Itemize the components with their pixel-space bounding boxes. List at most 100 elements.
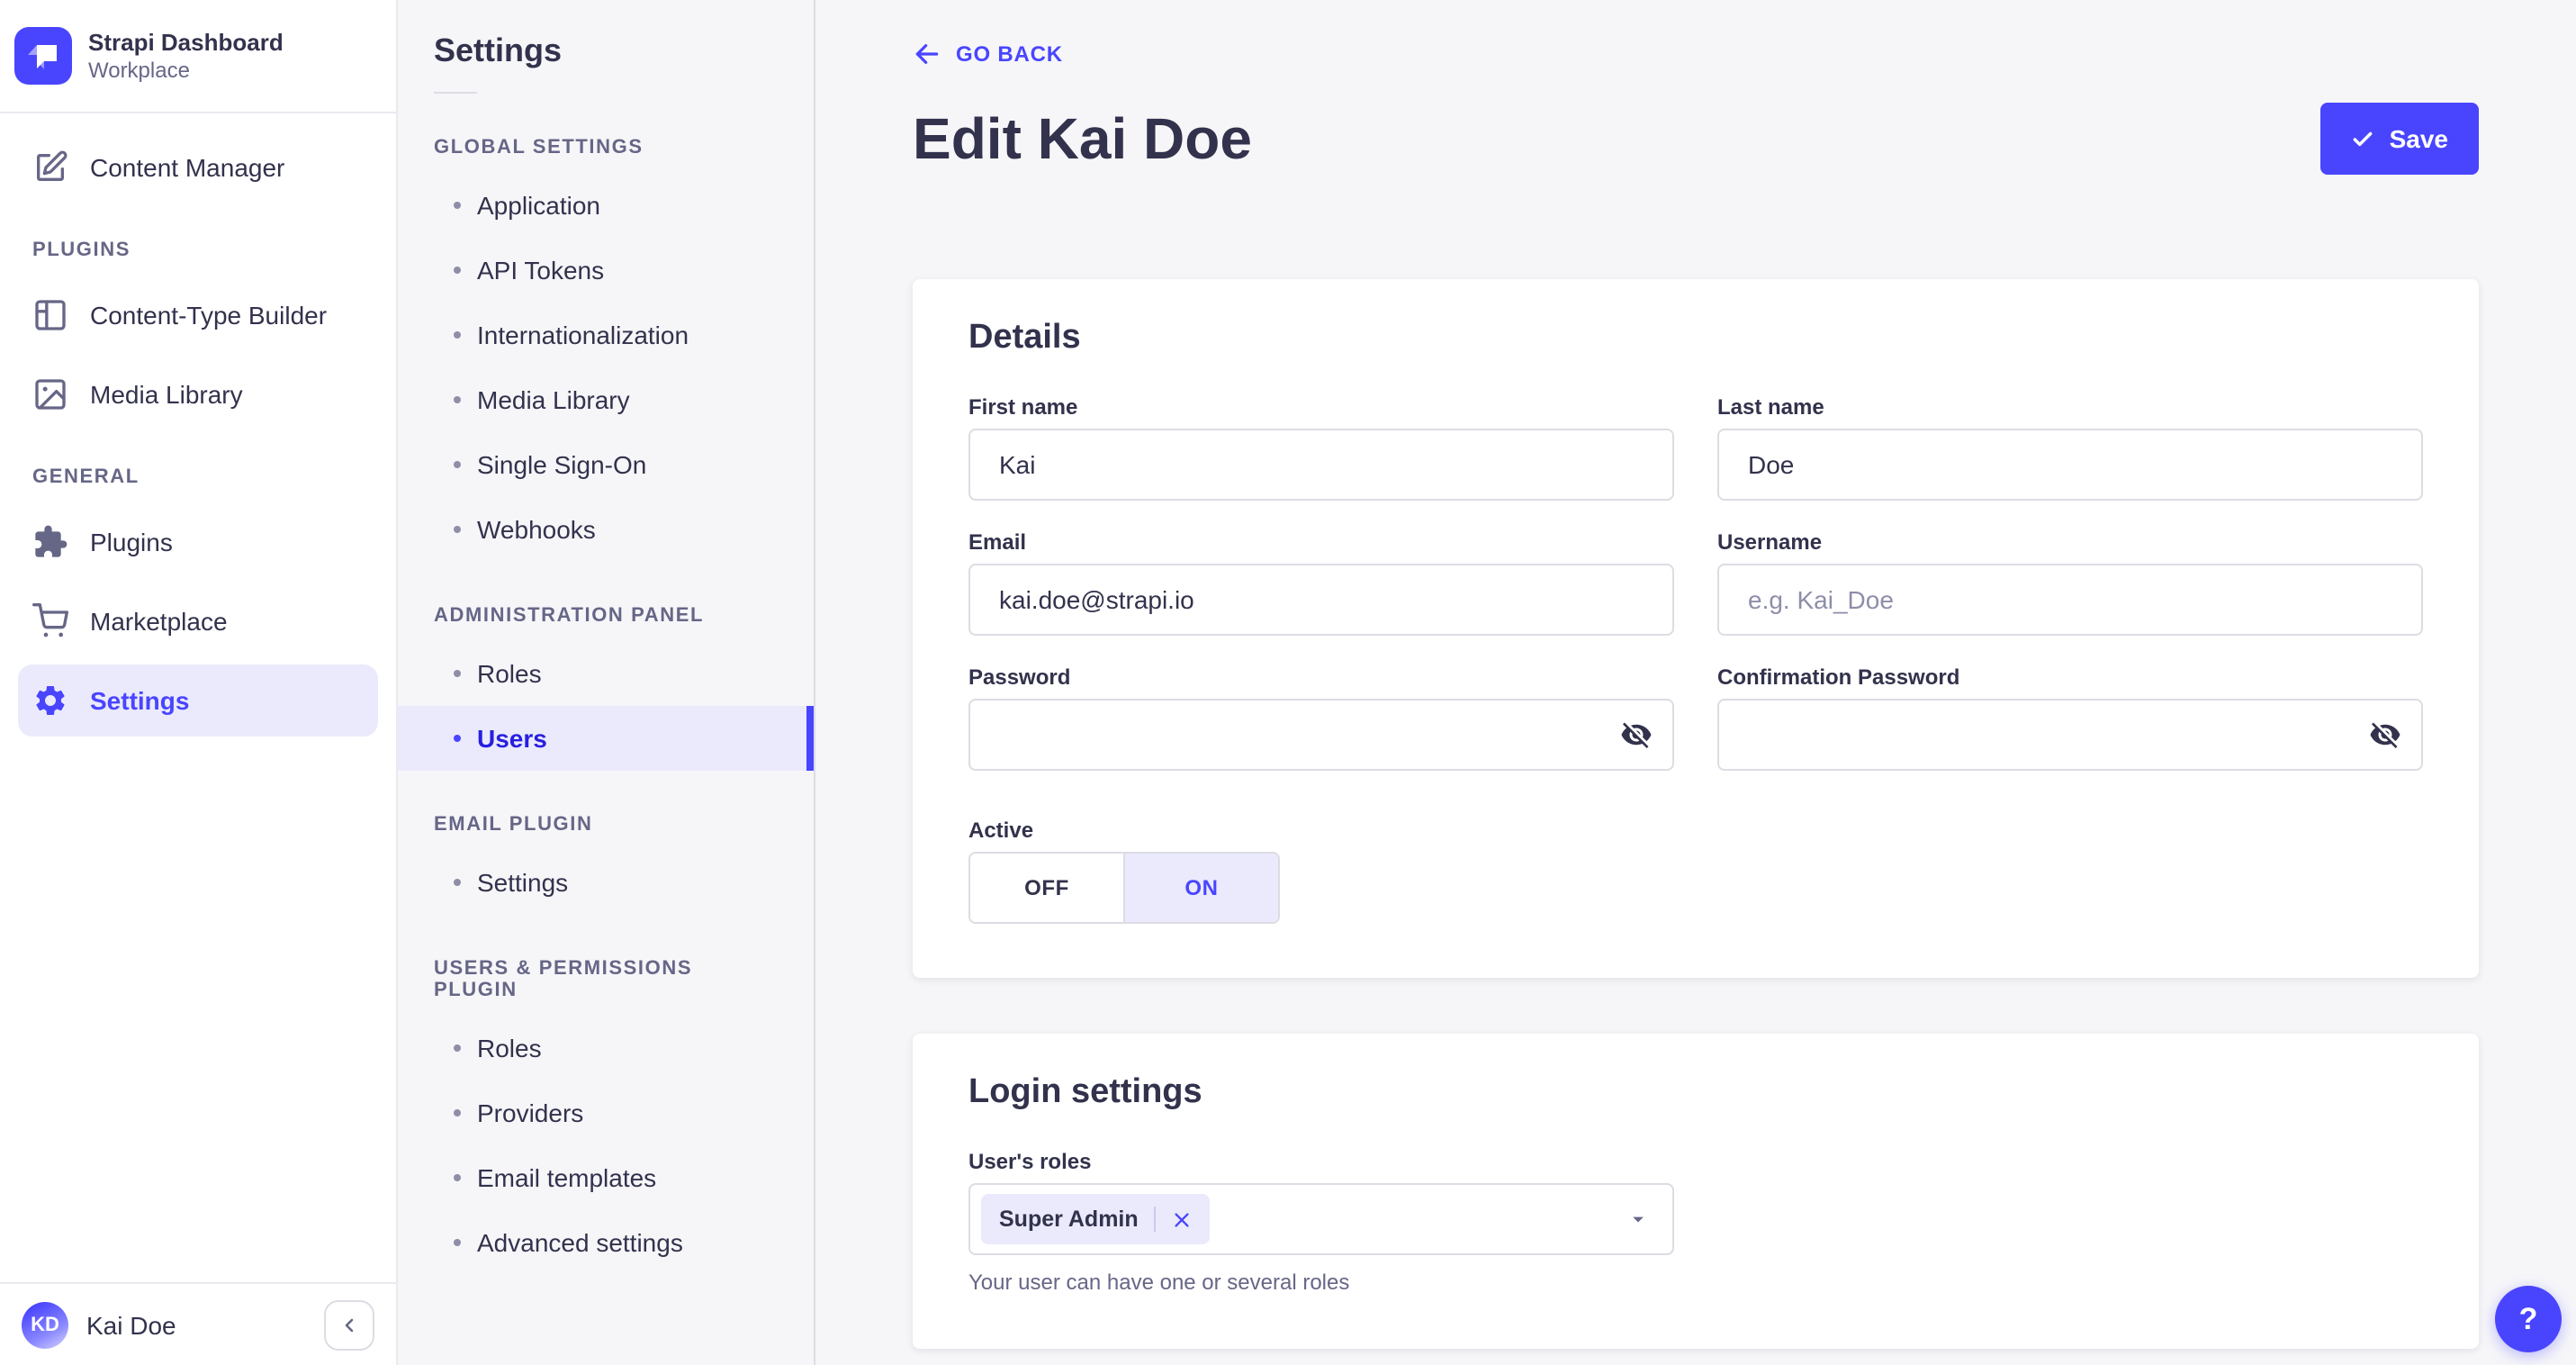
subnav-item-up-providers[interactable]: Providers xyxy=(398,1080,814,1145)
chevron-down-icon xyxy=(1626,1207,1651,1232)
arrow-left-icon xyxy=(913,40,941,68)
active-label: Active xyxy=(968,818,1034,843)
feather-pen-icon xyxy=(32,149,68,185)
page-title: Edit Kai Doe xyxy=(913,106,1252,171)
subnav-item-webhooks[interactable]: Webhooks xyxy=(398,497,814,562)
password-input[interactable] xyxy=(968,699,1674,771)
subnav-title-rule xyxy=(434,92,477,94)
save-button-label: Save xyxy=(2389,124,2448,153)
nav-section-plugins: PLUGINS xyxy=(32,240,131,261)
nav-item-content-type-builder[interactable]: Content-Type Builder xyxy=(18,279,378,351)
nav-item-label: Media Library xyxy=(90,380,243,409)
cart-icon xyxy=(32,603,68,639)
confirmation-password-field-group: Confirmation Password xyxy=(1717,664,2423,771)
workspace-title: Strapi Dashboard xyxy=(88,28,284,55)
user-avatar[interactable]: KD xyxy=(22,1301,68,1348)
gear-icon xyxy=(32,682,68,719)
nav-item-label: Content-Type Builder xyxy=(90,301,328,330)
subnav-section-administration-panel: ADMINISTRATION PANEL Roles Users xyxy=(398,605,814,771)
first-name-input[interactable] xyxy=(968,429,1674,501)
subnav-item-up-email-templates[interactable]: Email templates xyxy=(398,1145,814,1210)
last-name-input[interactable] xyxy=(1717,429,2423,501)
role-tag-label: Super Admin xyxy=(999,1207,1139,1232)
layout-icon xyxy=(32,297,68,333)
active-toggle: OFF ON xyxy=(968,852,1280,924)
subnav-item-media-library[interactable]: Media Library xyxy=(398,367,814,432)
email-input[interactable] xyxy=(968,564,1674,636)
active-toggle-on[interactable]: ON xyxy=(1125,854,1278,922)
eye-off-icon xyxy=(1620,719,1653,751)
email-label: Email xyxy=(968,529,1027,555)
nav-section-general: GENERAL xyxy=(32,466,140,488)
nav-item-media-library[interactable]: Media Library xyxy=(18,358,378,430)
subnav-section-global-settings: GLOBAL SETTINGS Application API Tokens I… xyxy=(398,137,814,562)
details-field-grid: First name Last name Email xyxy=(968,394,2423,771)
nav-item-settings[interactable]: Settings xyxy=(18,664,378,737)
subnav-title: Settings xyxy=(434,32,563,68)
strapi-admin-app: Strapi Dashboard Workplace Content Manag… xyxy=(0,0,2576,1365)
first-name-label: First name xyxy=(968,394,1078,420)
remove-role-icon[interactable] xyxy=(1173,1209,1193,1229)
confirmation-password-label: Confirmation Password xyxy=(1717,664,1960,690)
subnav-item-email-settings[interactable]: Settings xyxy=(398,850,814,915)
eye-off-icon xyxy=(2369,719,2401,751)
details-card-title: Details xyxy=(968,319,1081,357)
subnav-section-label: ADMINISTRATION PANEL xyxy=(434,605,705,627)
main-nav-list: Content Manager PLUGINS Content-Type Bui… xyxy=(0,113,396,1282)
nav-item-label: Marketplace xyxy=(90,607,228,636)
login-settings-title: Login settings xyxy=(968,1073,1202,1111)
subnav-item-api-tokens[interactable]: API Tokens xyxy=(398,238,814,303)
save-button[interactable]: Save xyxy=(2320,103,2479,175)
subnav-section-label: USERS & PERMISSIONS PLUGIN xyxy=(434,958,693,1001)
help-button[interactable]: ? xyxy=(2495,1286,2562,1352)
nav-item-label: Plugins xyxy=(90,528,173,556)
sidebar-footer: KD Kai Doe xyxy=(0,1282,396,1365)
password-field-group: Password xyxy=(968,664,1674,771)
users-roles-label: User's roles xyxy=(968,1149,1092,1174)
nav-item-content-manager[interactable]: Content Manager xyxy=(18,131,378,203)
subnav-section-email-plugin: EMAIL PLUGIN Settings xyxy=(398,814,814,915)
go-back-link[interactable]: GO BACK xyxy=(913,40,1063,68)
users-roles-select[interactable]: Super Admin xyxy=(968,1183,1674,1255)
puzzle-icon xyxy=(32,524,68,560)
username-field-group: Username xyxy=(1717,529,2423,636)
subnav-item-up-roles[interactable]: Roles xyxy=(398,1016,814,1080)
subnav-item-admin-roles[interactable]: Roles xyxy=(398,641,814,706)
password-label: Password xyxy=(968,664,1071,690)
nav-item-marketplace[interactable]: Marketplace xyxy=(18,585,378,657)
confirmation-password-input[interactable] xyxy=(1717,699,2423,771)
strapi-logo-icon xyxy=(14,27,72,85)
workspace-brand[interactable]: Strapi Dashboard Workplace xyxy=(0,0,396,113)
toggle-password-visibility-button[interactable] xyxy=(1620,719,1653,751)
nav-item-label: Settings xyxy=(90,686,190,715)
nav-item-plugins[interactable]: Plugins xyxy=(18,506,378,578)
subnav-item-single-sign-on[interactable]: Single Sign-On xyxy=(398,432,814,497)
username-input[interactable] xyxy=(1717,564,2423,636)
toggle-confirmation-password-visibility-button[interactable] xyxy=(2369,719,2401,751)
collapse-sidebar-button[interactable] xyxy=(324,1299,374,1350)
main-sidebar: Strapi Dashboard Workplace Content Manag… xyxy=(0,0,398,1365)
active-toggle-off[interactable]: OFF xyxy=(970,854,1125,922)
details-card: Details First name Last name xyxy=(913,279,2479,978)
roles-hint-text: Your user can have one or several roles xyxy=(968,1270,1350,1295)
subnav-item-application[interactable]: Application xyxy=(398,173,814,238)
subnav-item-admin-users[interactable]: Users xyxy=(398,706,814,771)
page-header: Edit Kai Doe Save xyxy=(913,103,2479,175)
subnav-section-label: GLOBAL SETTINGS xyxy=(434,137,644,158)
active-field-group: Active OFF ON xyxy=(968,818,2423,924)
check-icon xyxy=(2352,127,2375,150)
image-icon xyxy=(32,376,68,412)
subnav-item-internationalization[interactable]: Internationalization xyxy=(398,303,814,367)
chevron-left-icon xyxy=(338,1314,360,1335)
email-field-group: Email xyxy=(968,529,1674,636)
go-back-label: GO BACK xyxy=(956,41,1063,67)
brand-text: Strapi Dashboard Workplace xyxy=(88,28,284,84)
login-settings-card: Login settings User's roles Super Admin xyxy=(913,1034,2479,1349)
main-content: GO BACK Edit Kai Doe Save Details First … xyxy=(815,0,2576,1365)
username-label: Username xyxy=(1717,529,1823,555)
user-name: Kai Doe xyxy=(86,1310,176,1339)
subnav-item-up-advanced-settings[interactable]: Advanced settings xyxy=(398,1210,814,1275)
last-name-field-group: Last name xyxy=(1717,394,2423,501)
nav-item-label: Content Manager xyxy=(90,153,285,182)
settings-subnav: Settings GLOBAL SETTINGS Application API… xyxy=(398,0,815,1365)
